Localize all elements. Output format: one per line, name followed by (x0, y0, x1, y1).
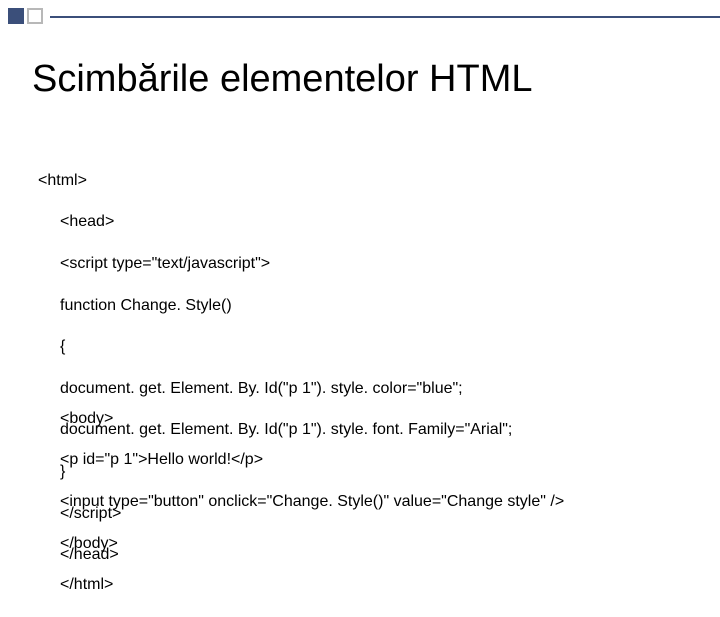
code-line: </html> (60, 575, 564, 596)
code-line: <body> (60, 409, 564, 430)
code-line: <p id="p 1">Hello world!</p> (60, 450, 564, 471)
code-line: <head> (60, 212, 512, 233)
slide-title: Scimbările elementelor HTML (32, 58, 533, 101)
square-outline-icon (27, 8, 43, 24)
top-divider (50, 16, 720, 18)
corner-decoration (8, 8, 43, 24)
code-line: </body> (60, 534, 564, 555)
code-line: <html> (38, 171, 512, 192)
square-filled-icon (8, 8, 24, 24)
code-line: { (60, 337, 512, 358)
code-line: function Change. Style() (60, 296, 512, 317)
code-block-body: <body> <p id="p 1">Hello world!</p> <inp… (38, 388, 564, 617)
code-line: <input type="button" onclick="Change. St… (60, 492, 564, 513)
code-line: <script type="text/javascript"> (60, 254, 512, 275)
